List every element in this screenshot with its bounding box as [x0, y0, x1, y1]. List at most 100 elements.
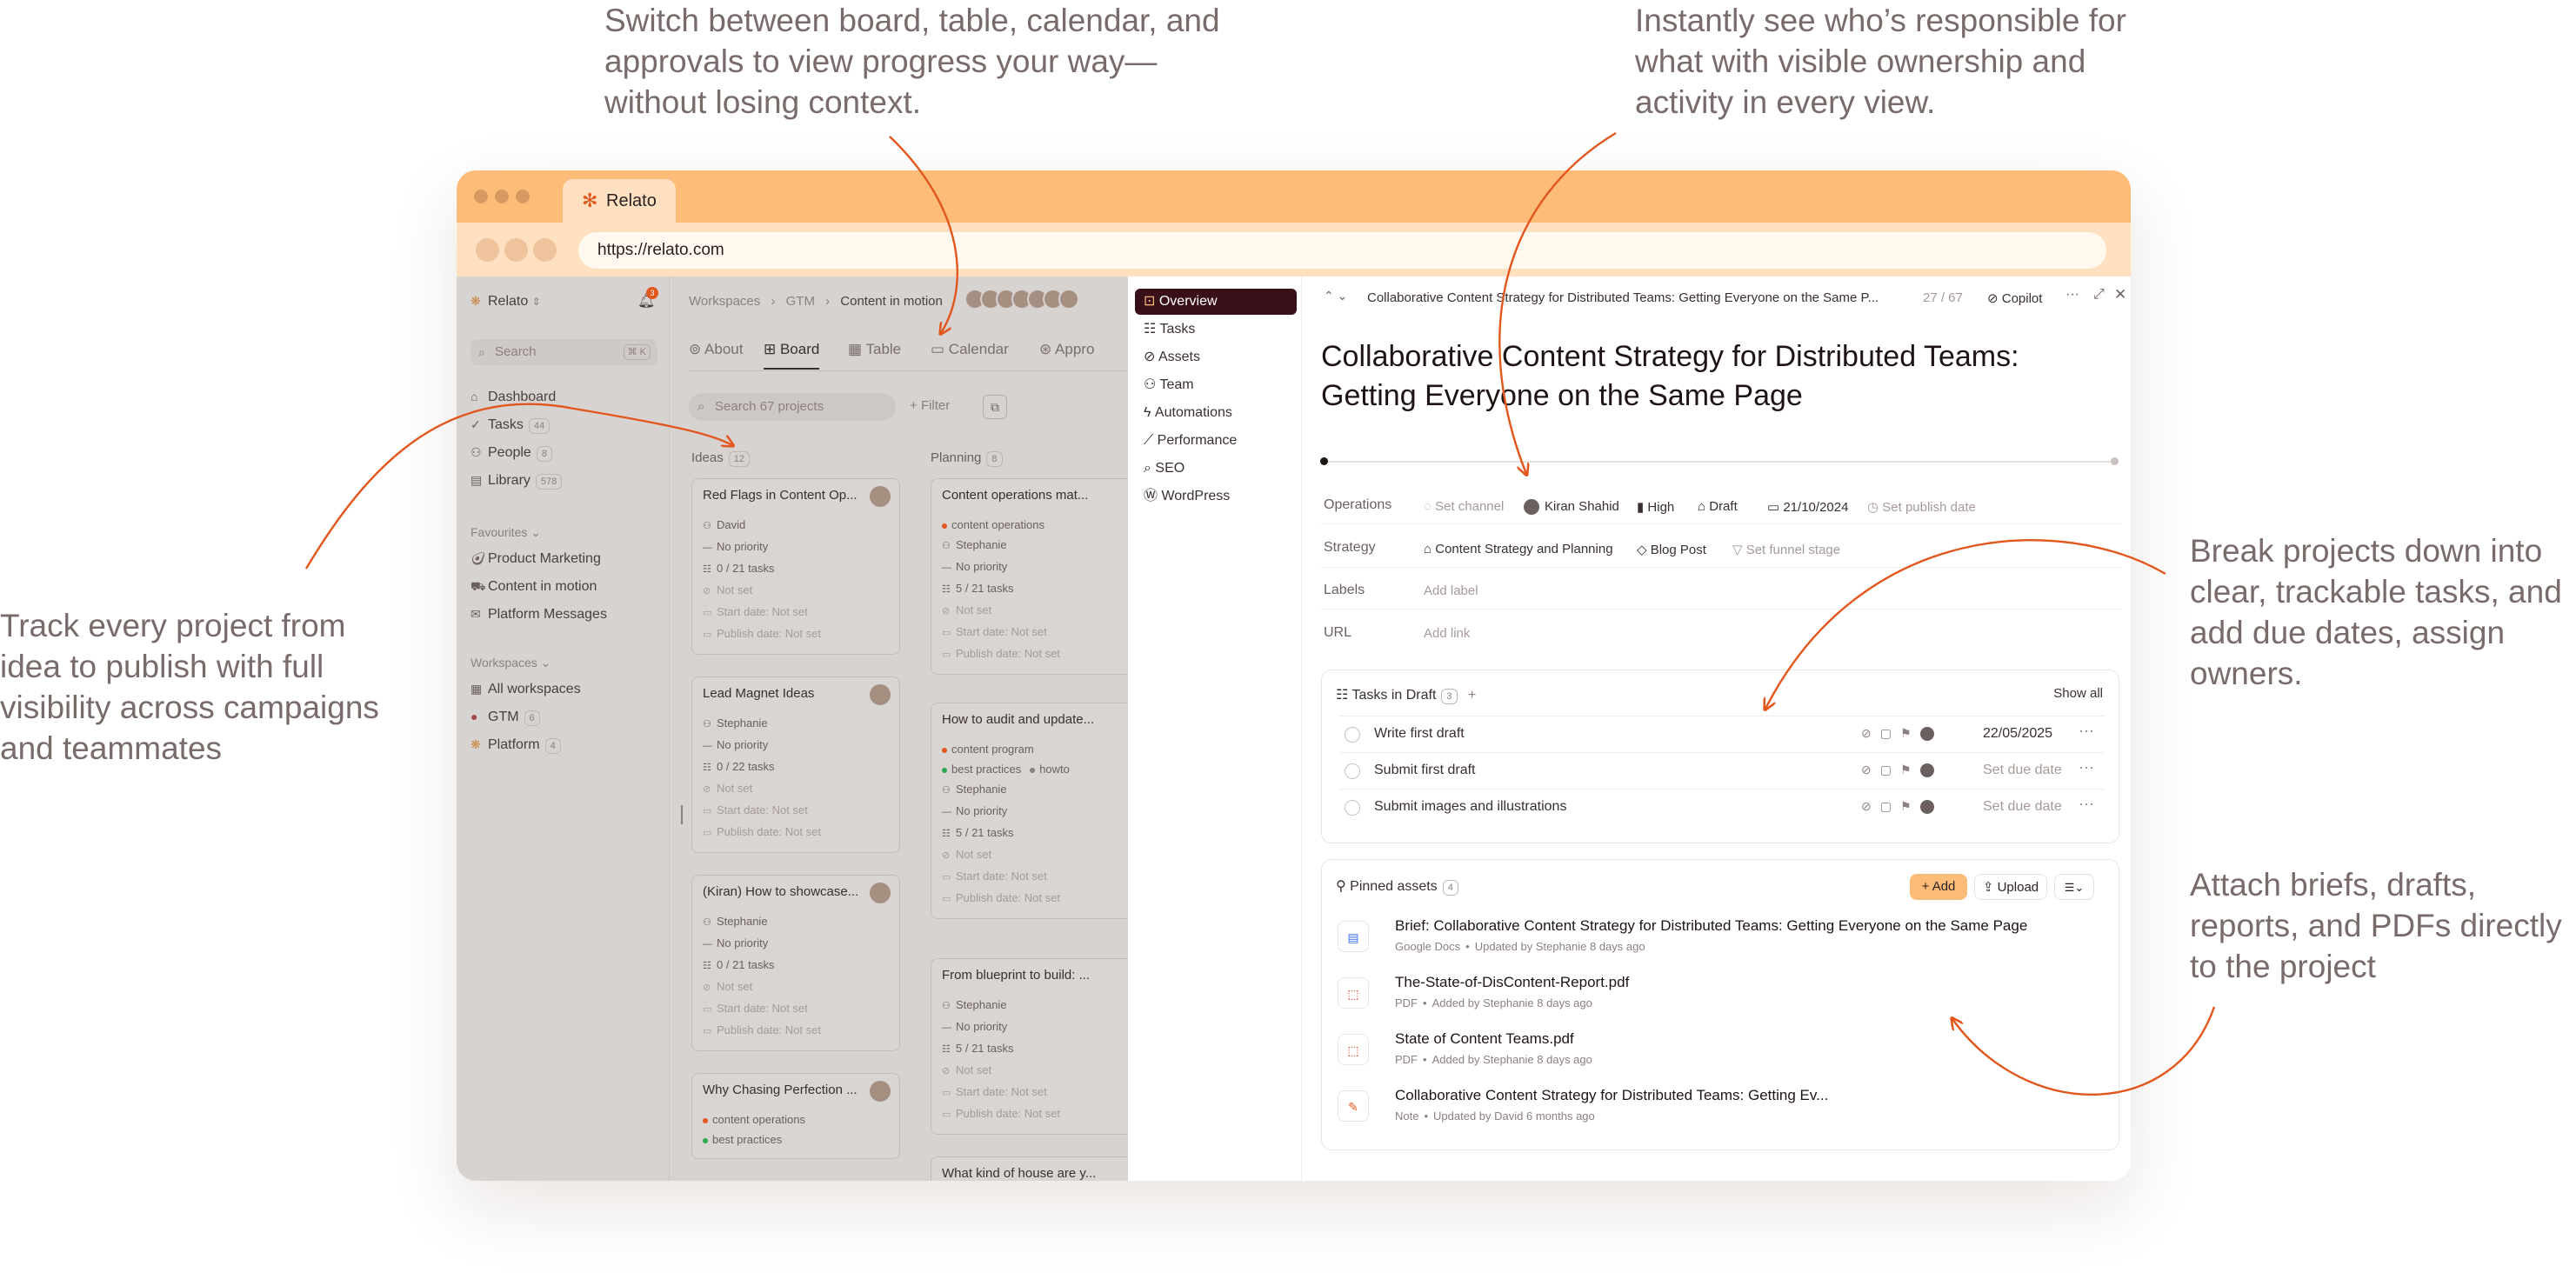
window-maximize-dot[interactable]	[516, 190, 530, 203]
breadcrumb-item[interactable]: Workspaces	[689, 294, 760, 309]
breadcrumb-item[interactable]: GTM	[786, 294, 815, 309]
approval-icon[interactable]: ⚑	[1900, 763, 1920, 776]
window-minimize-dot[interactable]	[495, 190, 509, 203]
more-icon[interactable]: ···	[2079, 722, 2094, 740]
detail-nav-overview[interactable]: ⊡ Overview	[1135, 289, 1297, 315]
tab-calendar[interactable]: ▭ Calendar	[931, 341, 1009, 358]
member-avatars[interactable]	[964, 289, 1079, 314]
window-close-dot[interactable]	[474, 190, 488, 203]
expand-icon[interactable]: ⤢	[2093, 287, 2105, 303]
task-row[interactable]: Submit first draft ⊘▢⚑ Set due date ···	[1339, 752, 2105, 789]
comment-icon[interactable]: ▢	[1880, 799, 1900, 813]
project-search[interactable]: ⌕ Search 67 projects	[689, 393, 896, 421]
notifications-bell-icon[interactable]: 🔔︎ 3	[637, 287, 658, 310]
close-icon[interactable]: ✕	[2114, 286, 2126, 303]
set-publish-date[interactable]: ◷ Set publish date	[1867, 499, 1976, 515]
date-field[interactable]: ▭ 21/10/2024	[1767, 499, 1848, 515]
comment-icon[interactable]: ▢	[1880, 763, 1900, 776]
prev-next-arrows[interactable]: ⌃ ⌄	[1324, 289, 1347, 303]
chevron-up-icon[interactable]: ⌃	[1324, 289, 1334, 303]
asset-row[interactable]: ⬚ The-State-of-DisContent-Report.pdf PDF • A…	[1338, 972, 2103, 1024]
filter-button[interactable]: + Filter	[910, 398, 950, 413]
approval-icon[interactable]: ⚑	[1900, 726, 1920, 740]
workspace-item[interactable]: ▦ All workspaces	[470, 682, 581, 697]
detail-nav-wordpress[interactable]: Ⓦ WordPress	[1135, 483, 1297, 510]
add-task-icon[interactable]: +	[1468, 688, 1476, 703]
detail-nav-team[interactable]: ⚇ Team	[1135, 372, 1297, 398]
copilot-button[interactable]: ⊘ Copilot	[1987, 290, 2042, 306]
sidebar-item-library[interactable]: ▤ Library 578	[470, 473, 563, 490]
asset-row[interactable]: ✎ Collaborative Content Strategy for Dist…	[1338, 1085, 2103, 1137]
project-card[interactable]: What kind of house are y...	[931, 1156, 1128, 1181]
more-icon[interactable]: ···	[2079, 758, 2094, 776]
status-field[interactable]: ⌂ Draft	[1698, 499, 1738, 514]
browser-tab[interactable]: ✻ Relato	[563, 179, 676, 223]
task-due-date[interactable]: Set due date	[1983, 763, 2062, 778]
set-funnel-stage[interactable]: ▽ Set funnel stage	[1732, 542, 1840, 557]
task-due-date[interactable]: 22/05/2025	[1983, 726, 2052, 742]
paperclip-icon[interactable]: ⊘	[1861, 726, 1880, 740]
set-channel[interactable]: ◌ Set channel	[1424, 499, 1504, 514]
paperclip-icon[interactable]: ⊘	[1861, 763, 1880, 776]
detail-nav-assets[interactable]: ⊘ Assets	[1135, 344, 1297, 370]
detail-nav-seo[interactable]: ⌕ SEO	[1135, 456, 1297, 482]
paperclip-icon[interactable]: ⊘	[1861, 799, 1880, 813]
workspaces-heading[interactable]: Workspaces ⌄	[470, 656, 551, 670]
favourite-item[interactable]: 🥑︎ Product Marketing	[470, 551, 601, 567]
tab-about[interactable]: ⊚ About	[689, 341, 743, 358]
detail-nav-performance[interactable]: ⟋ Performance	[1135, 428, 1297, 454]
task-row[interactable]: Submit images and illustrations ⊘▢⚑ Set du…	[1339, 789, 2105, 825]
task-row[interactable]: Write first draft ⊘▢⚑ 22/05/2025 ···	[1339, 716, 2105, 752]
detail-nav-automations[interactable]: ϟ Automations	[1135, 400, 1297, 426]
show-all-link[interactable]: Show all	[2053, 686, 2103, 701]
priority-field[interactable]: ▮ High	[1637, 499, 1674, 515]
copy-icon[interactable]: ⧉	[983, 395, 1007, 419]
tab-approvals[interactable]: ⊛ Appro	[1039, 341, 1094, 358]
forward-button[interactable]	[504, 238, 528, 262]
tab-table[interactable]: ▦ Table	[848, 341, 901, 358]
more-icon[interactable]: ···	[2065, 287, 2079, 303]
asset-row[interactable]: ▤ Brief: Collaborative Content Strategy f…	[1338, 916, 2103, 968]
task-checkbox[interactable]	[1345, 727, 1360, 743]
project-card[interactable]: (Kiran) How to showcase... ⚇ Stephanie — No …	[691, 875, 900, 1051]
workspace-switcher[interactable]: ❋ Relato ⇕	[470, 294, 541, 310]
add-link[interactable]: Add link	[1424, 626, 1470, 641]
project-card[interactable]: From blueprint to build: ... ⚇ Stephanie — N…	[931, 958, 1128, 1135]
project-card[interactable]: Red Flags in Content Op... ⚇ David — No prio…	[691, 478, 900, 655]
task-due-date[interactable]: Set due date	[1983, 799, 2062, 815]
project-card[interactable]: How to audit and update... content progra…	[931, 703, 1128, 919]
assignee-avatar[interactable]	[1919, 763, 1934, 778]
chevron-down-icon[interactable]: ⌄	[1338, 289, 1348, 303]
add-label[interactable]: Add label	[1424, 583, 1478, 598]
task-checkbox[interactable]	[1345, 763, 1360, 779]
breadcrumb-item[interactable]: Content in motion	[840, 294, 943, 309]
detail-nav-tasks[interactable]: ☷ Tasks	[1135, 317, 1297, 343]
assignee-avatar[interactable]	[1919, 800, 1934, 815]
favourite-item[interactable]: ⛟ Content in motion	[470, 579, 597, 596]
reload-button[interactable]	[533, 238, 557, 262]
sidebar-item-people[interactable]: ⚇ People 8	[470, 445, 552, 462]
back-button[interactable]	[476, 238, 499, 262]
assignee-avatar[interactable]	[1919, 727, 1934, 742]
favourites-heading[interactable]: Favourites ⌄	[470, 525, 541, 540]
workspace-item[interactable]: ❋ Platform 4	[470, 737, 561, 754]
sidebar-item-dashboard[interactable]: ⌂ Dashboard	[470, 390, 556, 405]
task-checkbox[interactable]	[1345, 800, 1360, 816]
owner-field[interactable]: Kiran Shahid	[1524, 499, 1619, 516]
add-asset-button[interactable]: + Add	[1910, 874, 1967, 900]
sidebar-search[interactable]: ⌕ Search ⌘ K	[470, 339, 657, 365]
favourite-item[interactable]: ✉ Platform Messages	[470, 607, 607, 623]
project-card[interactable]: Content operations mat... content operati…	[931, 478, 1128, 675]
asset-row[interactable]: ⬚ State of Content Teams.pdf PDF • Added by …	[1338, 1029, 2103, 1081]
workspace-item[interactable]: ● GTM 6	[470, 710, 540, 726]
sidebar-item-tasks[interactable]: ✓ Tasks 44	[470, 417, 551, 434]
approval-icon[interactable]: ⚑	[1900, 799, 1920, 813]
more-icon[interactable]: ···	[2079, 795, 2094, 813]
tab-board[interactable]: ⊞ Board	[764, 341, 820, 370]
upload-button[interactable]: ⇪ Upload	[1974, 874, 2047, 900]
url-field[interactable]: https://relato.com	[578, 232, 2106, 269]
comment-icon[interactable]: ▢	[1880, 726, 1900, 740]
project-card[interactable]: Why Chasing Perfection ... content operat…	[691, 1073, 900, 1159]
view-options-button[interactable]: ☰⌄	[2054, 874, 2094, 900]
stage-progress[interactable]	[1320, 457, 2119, 465]
